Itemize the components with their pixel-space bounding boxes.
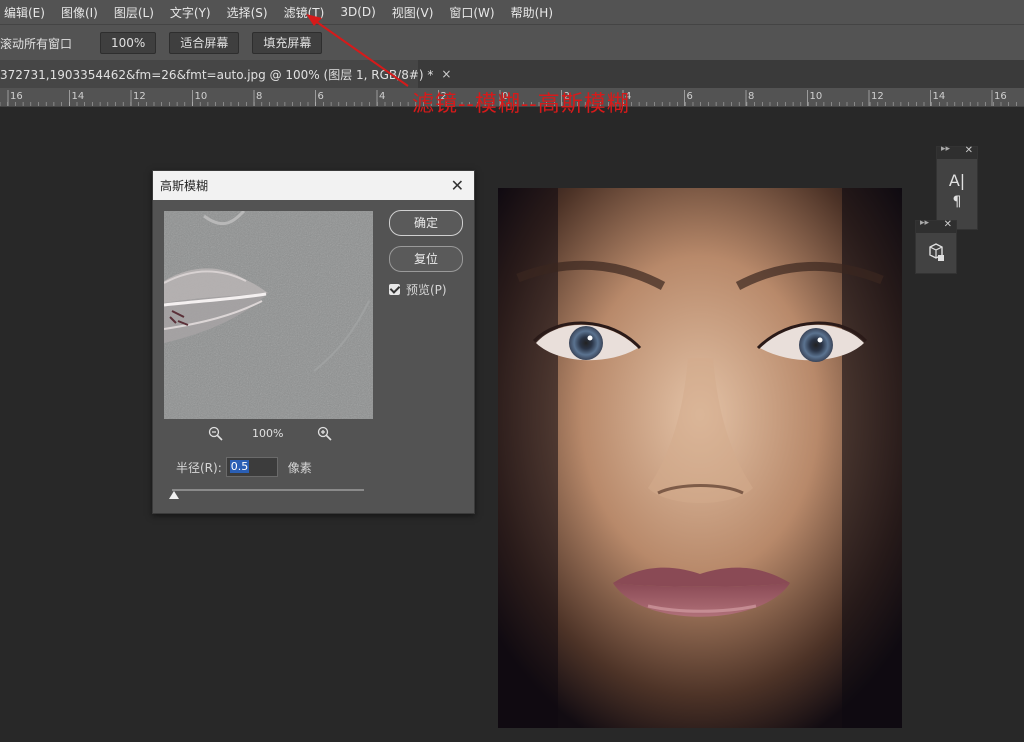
gaussian-blur-dialog: 高斯模糊 ✕ 确定 复位 预览(P) 100% 半径(R): 0.5 像素 [152, 170, 475, 514]
radius-label: 半径(R): [176, 460, 222, 475]
character-panel: ▸▸ ✕ A| ¶ [936, 144, 978, 230]
collapse-icon[interactable]: ▸▸ [920, 218, 929, 228]
radius-value: 0.5 [229, 460, 250, 473]
paragraph-icon[interactable]: ¶ [937, 194, 977, 210]
radius-input[interactable]: 0.5 [225, 457, 278, 477]
canvas-image[interactable] [498, 188, 902, 728]
character-icon[interactable]: A| [937, 171, 977, 190]
close-icon[interactable]: ✕ [451, 176, 464, 195]
panel-titlebar[interactable]: ▸▸ ✕ [937, 144, 977, 159]
radius-unit: 像素 [287, 460, 312, 475]
reset-button[interactable]: 复位 [389, 246, 463, 272]
zoom-controls: 100% [208, 426, 333, 444]
preview-label: 预览(P) [406, 283, 447, 297]
dialog-titlebar[interactable]: 高斯模糊 ✕ [153, 171, 474, 200]
dialog-title: 高斯模糊 [160, 179, 209, 193]
panel-titlebar[interactable]: ▸▸ ✕ [916, 218, 956, 233]
portrait-image [498, 188, 902, 728]
collapse-icon[interactable]: ▸▸ [941, 144, 950, 154]
zoom-in-icon[interactable] [317, 426, 333, 442]
preview-image [164, 211, 373, 419]
annotation-arrow-icon [306, 14, 409, 87]
blur-preview[interactable] [164, 211, 373, 419]
radius-slider-thumb[interactable] [169, 491, 179, 499]
checkbox-checked-icon[interactable] [389, 284, 400, 295]
radius-row: 半径(R): 0.5 像素 [176, 457, 312, 477]
close-icon[interactable]: ✕ [944, 219, 952, 230]
zoom-level: 100% [252, 427, 284, 440]
zoom-out-icon[interactable] [208, 426, 224, 442]
close-icon[interactable]: ✕ [965, 145, 973, 156]
ok-button[interactable]: 确定 [389, 210, 463, 236]
properties-panel: ▸▸ ✕ [915, 218, 957, 274]
3d-cube-icon[interactable] [916, 233, 956, 271]
radius-slider-track[interactable] [172, 489, 364, 491]
preview-checkbox[interactable]: 预览(P) [389, 281, 447, 298]
